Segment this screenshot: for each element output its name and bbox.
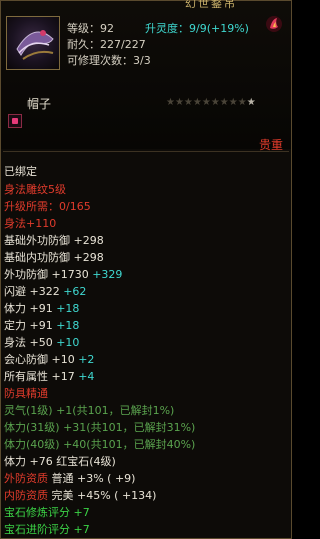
hp-stat: 体力 +91 +18 <box>4 300 79 316</box>
outer-quality-extra: ( +9) <box>107 472 136 485</box>
outer-quality-label: 外防资质 <box>4 472 48 485</box>
dodge-bonus: +62 <box>63 285 87 298</box>
agility-bonus: +10 <box>56 336 80 349</box>
all-attributes-stat: 所有属性 +17 +4 <box>4 368 94 384</box>
refine-line-1: 灵气(1级) +1(共101，已解封1%) <box>4 404 175 417</box>
outer-quality-grade: 普通 <box>51 472 74 485</box>
hp-base: 体力 +91 <box>4 302 53 315</box>
outer-defense: 外功防御 +1730 +329 <box>4 266 122 282</box>
heart-def-bonus: +2 <box>78 353 95 366</box>
outer-quality-row: 外防资质 普通 +3% ( +9) <box>4 470 135 486</box>
base-outer-defense: 基础外功防御 +298 <box>4 234 104 247</box>
item-header: 幻世鍪吊 等级：92 升灵度：9/9(+19%) 耐久：227/227 可修理次… <box>1 0 291 152</box>
refine-header: 防具精通 <box>4 387 48 400</box>
level-label: 等级： <box>67 22 100 35</box>
skill-engraving: 身法雕纹5级 <box>4 183 66 196</box>
inner-quality-label: 内防资质 <box>4 489 48 502</box>
refine-line-3: 体力(40级) +40(共101，已解封40%) <box>4 438 196 451</box>
dodge-stat: 闪避 +322 +62 <box>4 283 86 299</box>
agility-stat: 身法 +50 +10 <box>4 334 79 350</box>
divider <box>3 151 289 152</box>
helmet-item-icon[interactable] <box>6 16 60 70</box>
heart-defense-stat: 会心防御 +10 +2 <box>4 351 94 367</box>
red-gem-icon[interactable] <box>8 114 22 128</box>
body-method-stat: 身法+110 <box>4 217 57 230</box>
upgrade-row: 升灵度：9/9(+19%) <box>145 20 249 36</box>
all-attr-bonus: +4 <box>78 370 95 383</box>
flame-badge-icon <box>266 16 282 32</box>
bound-status: 已绑定 <box>4 165 37 178</box>
focus-stat: 定力 +91 +18 <box>4 317 79 333</box>
upgrade-req-label: 升级所需： <box>4 200 59 213</box>
inner-quality-grade: 完美 <box>51 489 74 502</box>
hp-bonus: +18 <box>56 302 80 315</box>
repair-value: 3/3 <box>133 54 151 67</box>
gem-advance-score: 宝石进阶评分 +7 <box>4 523 90 536</box>
refine-line-2: 体力(31级) +31(共101，已解封31%) <box>4 421 196 434</box>
durability-label: 耐久： <box>67 38 100 51</box>
gem-stat-line: 体力 +76 红宝石(4级) <box>4 455 116 468</box>
durability-row: 耐久：227/227 <box>67 36 146 52</box>
outer-def-bonus: +329 <box>92 268 123 281</box>
gem-refine-score: 宝石修炼评分 +7 <box>4 506 90 519</box>
inner-quality-extra: ( +134) <box>114 489 157 502</box>
upgrade-req-value: 0/165 <box>59 200 91 213</box>
level-row: 等级：92 <box>67 20 114 36</box>
level-value: 92 <box>100 22 114 35</box>
star-rating: ★★★★★★★★★★ <box>166 97 256 108</box>
item-type: 帽子 <box>27 97 52 111</box>
outer-quality-value: +3% <box>77 472 104 485</box>
upgrade-value: 9/9 <box>189 22 207 35</box>
base-inner-defense: 基础内功防御 +298 <box>4 251 104 264</box>
inner-quality-row: 内防资质 完美 +45% ( +134) <box>4 487 156 503</box>
focus-bonus: +18 <box>56 319 80 332</box>
heart-def-base: 会心防御 +10 <box>4 353 75 366</box>
helmet-art <box>16 30 54 60</box>
focus-base: 定力 +91 <box>4 319 53 332</box>
upgrade-requirement: 升级所需：0/165 <box>4 198 91 214</box>
repair-label: 可修理次数： <box>67 54 133 67</box>
agility-base: 身法 +50 <box>4 336 53 349</box>
outer-def-base: 外功防御 +1730 <box>4 268 89 281</box>
dodge-base: 闪避 +322 <box>4 285 60 298</box>
repair-row: 可修理次数：3/3 <box>67 52 151 68</box>
all-attr-base: 所有属性 +17 <box>4 370 75 383</box>
item-title: 幻世鍪吊 <box>185 0 237 10</box>
inner-quality-value: +45% <box>77 489 111 502</box>
upgrade-pct: (+19%) <box>206 22 249 35</box>
durability-value: 227/227 <box>100 38 146 51</box>
item-tooltip: 幻世鍪吊 等级：92 升灵度：9/9(+19%) 耐久：227/227 可修理次… <box>0 0 292 539</box>
upgrade-label: 升灵度： <box>145 22 189 35</box>
